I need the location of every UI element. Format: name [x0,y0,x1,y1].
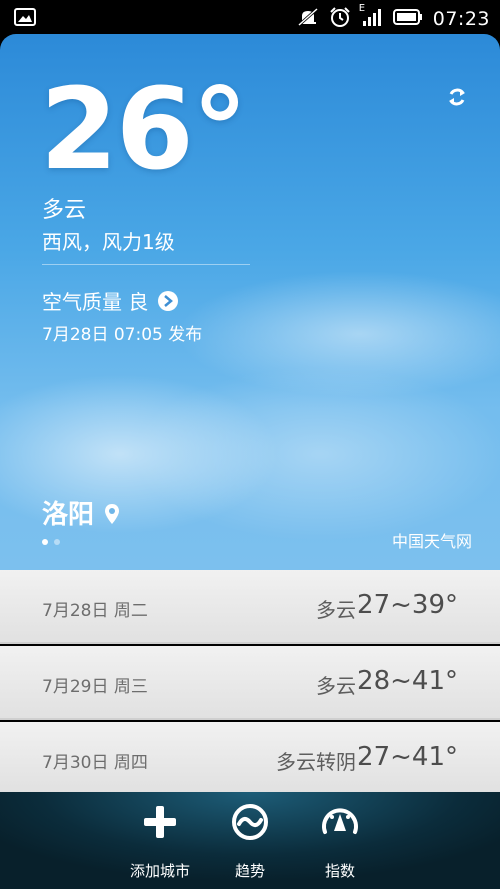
add-city-button[interactable]: 添加城市 [115,802,205,882]
forecast-row[interactable]: 7月28日 周二 多云 27~39° [0,570,500,644]
page-dot [54,539,60,545]
location-pin-icon [104,502,120,524]
forecast-temperature-range: 27~41° [357,742,458,772]
forecast-date: 7月30日 周四 [42,753,148,773]
index-button[interactable]: 指数 [295,802,385,882]
plus-icon [140,802,180,842]
forecast-condition: 多云转阴 [276,750,356,774]
trend-button[interactable]: 趋势 [205,802,295,882]
air-quality-label: 空气质量 良 [42,290,149,314]
forecast-condition: 多云 [316,674,356,698]
battery-icon [392,8,423,30]
gauge-icon [320,802,360,842]
clock: 07:23 [432,8,490,30]
air-quality-link[interactable]: 空气质量 良 [42,286,179,315]
screenshot-icon [14,8,36,30]
forecast-temperature-range: 27~39° [357,590,458,620]
wind-info: 西风，风力1级 [42,230,175,254]
index-label: 指数 [324,862,355,880]
city-name: 洛阳 [42,500,95,530]
forecast-temperature-range: 28~41° [357,666,458,696]
publish-time: 7月28日 07:05 发布 [42,325,203,345]
forecast-row[interactable]: 7月29日 周三 多云 28~41° [0,646,500,720]
mute-icon [297,7,319,31]
trend-icon [230,802,270,842]
add-city-label: 添加城市 [129,862,190,880]
alarm-icon [329,6,351,32]
data-source: 中国天气网 [391,532,472,551]
current-temperature: 26° [40,65,248,195]
divider [42,264,250,265]
chevron-right-icon [158,290,179,311]
forecast-date: 7月28日 周二 [42,601,148,621]
status-bar: E 07:23 [0,0,500,34]
weather-condition: 多云 [42,198,87,223]
forecast-list: 7月28日 周二 多云 27~39° 7月29日 周三 多云 28~41° 7月… [0,570,500,792]
signal-icon: E [359,3,383,31]
city-location[interactable]: 洛阳 [42,494,120,531]
forecast-condition: 多云 [316,598,356,622]
refresh-icon[interactable] [446,86,468,108]
page-dot-active [42,539,48,545]
weather-card[interactable]: 26° 多云 西风，风力1级 空气质量 良 7月28日 07:05 发布 洛阳 … [0,34,500,570]
page-indicator [42,539,60,545]
trend-label: 趋势 [234,862,265,880]
bottom-toolbar: 添加城市 趋势 指数 [0,792,500,889]
network-type-label: E [358,3,366,14]
forecast-row[interactable]: 7月30日 周四 多云转阴 27~41° [0,722,500,792]
forecast-date: 7月29日 周三 [42,677,148,697]
